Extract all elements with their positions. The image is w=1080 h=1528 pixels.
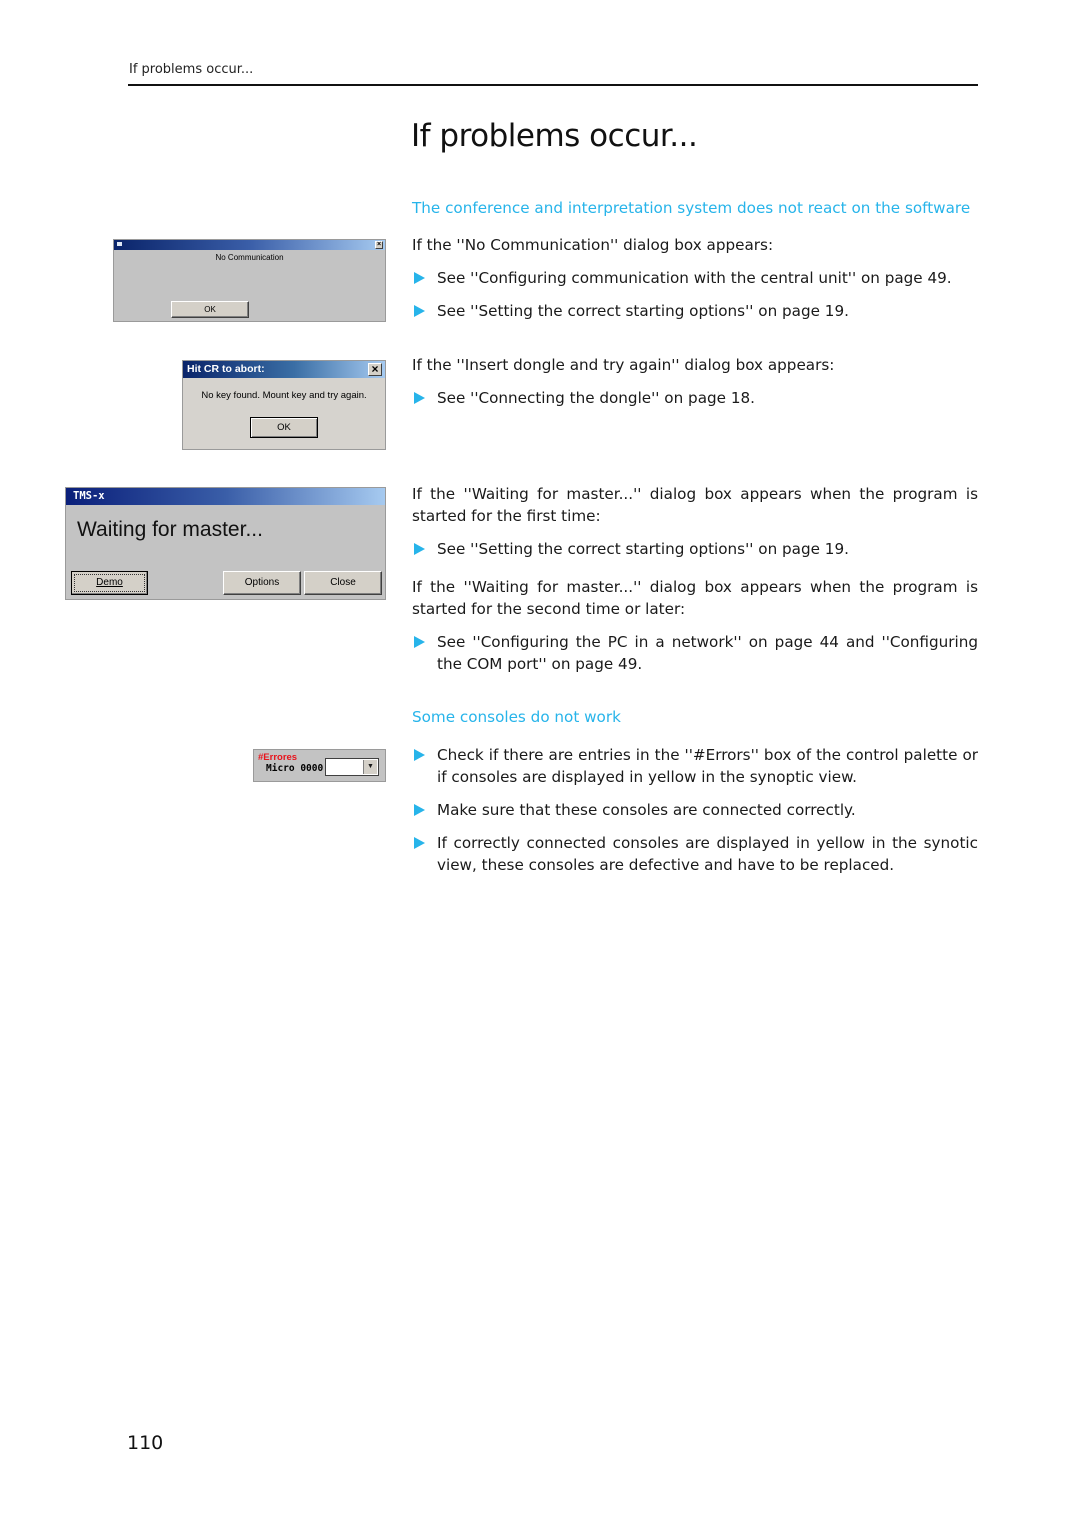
arrow-bullet-icon [414, 804, 425, 816]
ok-button[interactable]: OK [171, 301, 249, 318]
micro-label: Micro 0000 [266, 763, 324, 774]
demo-button[interactable]: Demo [71, 571, 148, 595]
dialog-titlebar: TMS-x [66, 488, 385, 505]
ok-button[interactable]: OK [250, 417, 318, 438]
bullet-text: Check if there are entries in the ''#Err… [437, 746, 978, 786]
page-title: If problems occur... [411, 118, 698, 154]
section-heading: The conference and interpretation system… [412, 199, 971, 217]
bullet-text: Make sure that these consoles are connec… [437, 801, 856, 819]
close-button[interactable]: Close [304, 571, 382, 595]
close-icon[interactable]: × [368, 363, 382, 376]
bullet-text: See ''Setting the correct starting optio… [437, 540, 849, 558]
no-communication-block: If the ''No Communication'' dialog box a… [412, 234, 978, 322]
chevron-down-icon[interactable]: ▼ [363, 760, 377, 774]
list-item: Check if there are entries in the ''#Err… [412, 744, 978, 788]
bullet-text: See ''Connecting the dongle'' on page 18… [437, 389, 755, 407]
intro-text: If the ''Waiting for master...'' dialog … [412, 485, 978, 525]
list-item: See ''Connecting the dongle'' on page 18… [412, 387, 978, 409]
running-head: If problems occur... [129, 62, 254, 77]
arrow-bullet-icon [414, 543, 425, 555]
dialog-message: No Communication [215, 253, 284, 262]
header-rule [128, 84, 978, 86]
list-item: See ''Setting the correct starting optio… [412, 538, 978, 560]
arrow-bullet-icon [414, 392, 425, 404]
intro-text: If the ''No Communication'' dialog box a… [412, 236, 774, 254]
intro-text: If the ''Waiting for master...'' dialog … [412, 578, 978, 618]
arrow-bullet-icon [414, 305, 425, 317]
close-icon[interactable]: × [375, 241, 383, 249]
arrow-bullet-icon [414, 272, 425, 284]
dialog-titlebar: Hit CR to abort: × [183, 361, 385, 378]
bullet-text: See ''Configuring the PC in a network'' … [437, 633, 978, 673]
section-heading: Some consoles do not work [412, 708, 621, 726]
errors-palette: #Errores Micro 0000 ▼ [253, 749, 386, 782]
arrow-bullet-icon [414, 636, 425, 648]
consoles-block: Check if there are entries in the ''#Err… [412, 744, 978, 876]
dialog-title: TMS-x [73, 490, 105, 502]
dialog-message: Waiting for master... [77, 518, 263, 541]
list-item: If correctly connected consoles are disp… [412, 832, 978, 876]
waiting-second-block: If the ''Waiting for master...'' dialog … [412, 576, 978, 675]
waiting-for-master-dialog: TMS-x Waiting for master... Demo Options… [65, 487, 386, 600]
dialog-titlebar: × [114, 240, 385, 250]
errors-label: #Errores [258, 752, 298, 763]
section-consoles: Some consoles do not work [412, 706, 978, 728]
page-number: 110 [127, 1432, 164, 1454]
bullet-text: See ''Setting the correct starting optio… [437, 302, 849, 320]
dialog-title: Hit CR to abort: [187, 363, 265, 375]
dongle-block: If the ''Insert dongle and try again'' d… [412, 354, 978, 409]
dialog-message: No key found. Mount key and try again. [201, 390, 367, 401]
list-item: Make sure that these consoles are connec… [412, 799, 978, 821]
errors-select[interactable]: ▼ [325, 758, 379, 776]
section-no-react: The conference and interpretation system… [412, 197, 978, 219]
arrow-bullet-icon [414, 749, 425, 761]
options-button[interactable]: Options [223, 571, 301, 595]
list-item: See ''Configuring communication with the… [412, 267, 978, 289]
dongle-dialog: Hit CR to abort: × No key found. Mount k… [182, 360, 386, 450]
intro-text: If the ''Insert dongle and try again'' d… [412, 356, 835, 374]
bullet-text: If correctly connected consoles are disp… [437, 834, 978, 874]
arrow-bullet-icon [414, 837, 425, 849]
app-icon [117, 242, 122, 246]
bullet-text: See ''Configuring communication with the… [437, 269, 952, 287]
waiting-first-block: If the ''Waiting for master...'' dialog … [412, 483, 978, 560]
no-communication-dialog: × No Communication OK [113, 239, 386, 322]
list-item: See ''Configuring the PC in a network'' … [412, 631, 978, 675]
list-item: See ''Setting the correct starting optio… [412, 300, 978, 322]
